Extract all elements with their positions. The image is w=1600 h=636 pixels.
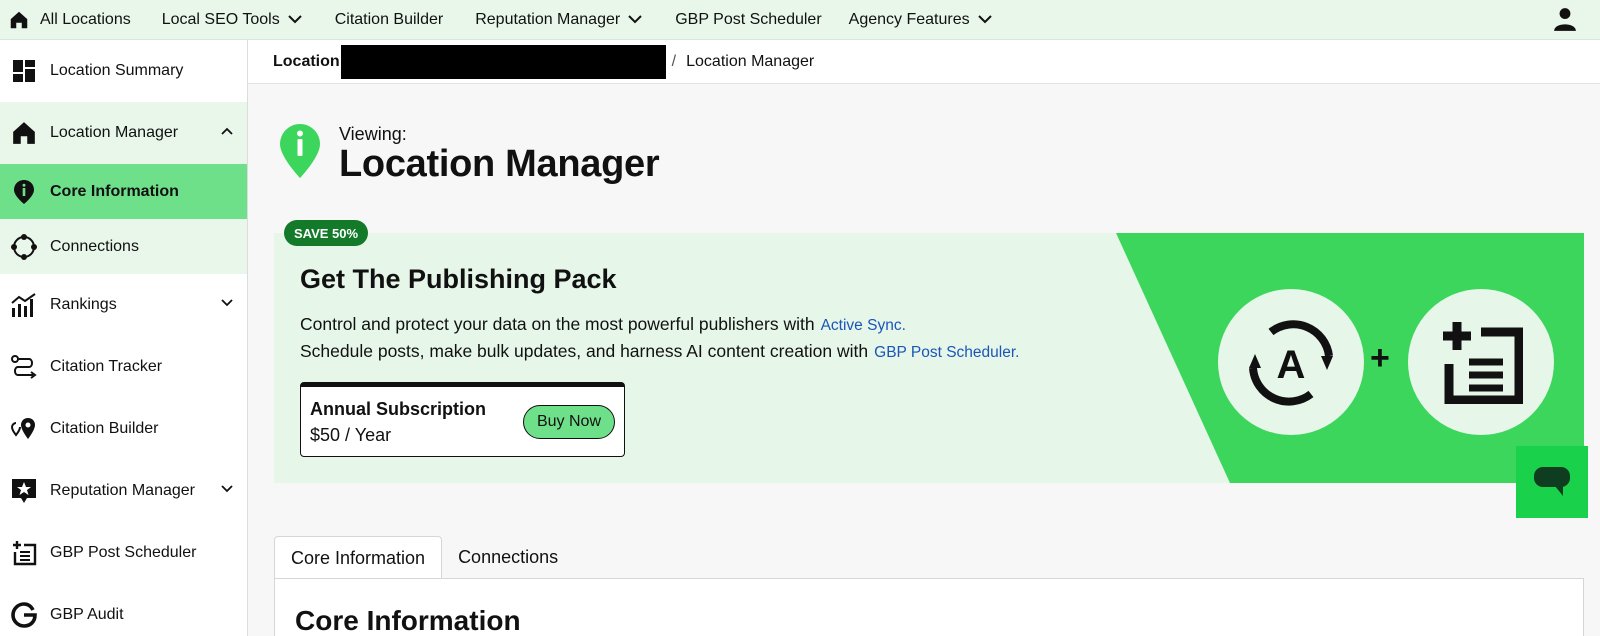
nav-local-seo-tools[interactable]: Local SEO Tools xyxy=(162,0,302,40)
subscription-card: Annual Subscription $50 / Year Buy Now xyxy=(300,382,625,457)
chat-bubble-icon xyxy=(1534,467,1570,496)
save-badge: SAVE 50% xyxy=(284,220,369,246)
chat-widget-button[interactable] xyxy=(1516,446,1588,518)
post-add-icon xyxy=(10,539,38,567)
breadcrumb: Location / Location Manager xyxy=(248,40,1600,84)
sidebar-item-label: Citation Builder xyxy=(50,420,159,437)
sidebar-item-label: Reputation Manager xyxy=(50,482,195,499)
route-icon xyxy=(10,353,38,381)
nav-label: Agency Features xyxy=(848,10,970,28)
tab-core-information[interactable]: Core Information xyxy=(274,536,443,579)
sidebar-item-label: Connections xyxy=(50,237,139,255)
post-add-icon xyxy=(1443,322,1523,404)
promo-title: Get The Publishing Pack xyxy=(300,264,617,294)
sidebar-item-label: Location Manager xyxy=(50,124,179,141)
star-box-icon xyxy=(10,477,38,505)
google-g-icon xyxy=(10,601,38,629)
svg-text:A: A xyxy=(1277,343,1306,387)
chevron-down-icon xyxy=(628,15,642,24)
nav-agency-features[interactable]: Agency Features xyxy=(849,0,992,40)
chevron-down-icon xyxy=(288,15,302,24)
sidebar-item-label: Core Information xyxy=(50,182,179,200)
sidebar-item-rankings[interactable]: Rankings xyxy=(0,274,247,336)
nav-gbp-post-scheduler[interactable]: GBP Post Scheduler xyxy=(675,0,821,40)
sidebar-item-label: GBP Audit xyxy=(50,606,124,623)
map-pin-icon xyxy=(10,415,38,443)
nav-label: GBP Post Scheduler xyxy=(675,10,822,28)
sidebar-item-gbp-audit[interactable]: GBP Audit xyxy=(0,584,247,636)
chevron-up-icon xyxy=(221,127,233,135)
active-sync-badge: A xyxy=(1218,289,1364,435)
nav-citation-builder[interactable]: Citation Builder xyxy=(335,0,444,40)
top-navigation: All Locations Local SEO Tools Citation B… xyxy=(0,0,1600,40)
breadcrumb-current: Location Manager xyxy=(686,52,815,70)
promo-text: Schedule posts, make bulk updates, and h… xyxy=(300,341,869,361)
promo-line-1: Control and protect your data on the mos… xyxy=(300,314,906,335)
nav-label: Citation Builder xyxy=(334,10,444,28)
house-icon xyxy=(10,119,38,147)
sidebar-item-citation-tracker[interactable]: Citation Tracker xyxy=(0,336,247,398)
active-sync-icon: A xyxy=(1249,320,1333,406)
tab-bar: Core Information Connections xyxy=(274,536,574,579)
chevron-down-icon xyxy=(221,299,233,307)
user-account-icon[interactable] xyxy=(1552,6,1578,32)
sidebar-item-location-summary[interactable]: Location Summary xyxy=(0,40,247,102)
sidebar-item-label: Location Summary xyxy=(50,62,184,79)
sidebar-item-connections[interactable]: Connections xyxy=(0,219,247,274)
plan-name: Annual Subscription xyxy=(310,399,487,419)
viewing-label: Viewing: xyxy=(339,124,407,144)
sidebar-item-core-information[interactable]: Core Information xyxy=(0,164,247,219)
bar-chart-icon xyxy=(10,291,38,319)
tab-connections[interactable]: Connections xyxy=(442,536,574,579)
sidebar-item-label: Rankings xyxy=(50,296,117,313)
active-sync-link[interactable]: Active Sync. xyxy=(821,317,906,334)
sidebar-item-label: Citation Tracker xyxy=(50,358,163,375)
post-scheduler-badge xyxy=(1408,289,1554,435)
nav-label: Reputation Manager xyxy=(475,10,621,28)
promo-text: Control and protect your data on the mos… xyxy=(300,314,815,334)
page-title: Location Manager xyxy=(339,143,660,185)
sidebar-item-label: GBP Post Scheduler xyxy=(50,544,197,561)
sidebar: Location Summary Location Manager Core I… xyxy=(0,40,248,636)
plan-price: $50 / Year xyxy=(310,425,392,445)
panel-title: Core Information xyxy=(295,605,521,636)
nav-all-locations[interactable]: All Locations xyxy=(0,0,131,40)
core-information-panel: Core Information xyxy=(274,578,1584,636)
breadcrumb-separator: / xyxy=(671,52,677,70)
breadcrumb-location-label[interactable]: Location xyxy=(273,53,340,71)
buy-now-button[interactable]: Buy Now xyxy=(523,405,615,439)
info-pin-icon xyxy=(10,178,38,206)
nav-label: All Locations xyxy=(40,10,131,28)
promo-line-2: Schedule posts, make bulk updates, and h… xyxy=(300,341,1019,362)
sidebar-item-gbp-post-scheduler[interactable]: GBP Post Scheduler xyxy=(0,522,247,584)
sidebar-item-citation-builder[interactable]: Citation Builder xyxy=(0,398,247,460)
connections-icon xyxy=(10,233,38,261)
redacted-location-name xyxy=(340,44,666,79)
sidebar-item-reputation-manager[interactable]: Reputation Manager xyxy=(0,460,247,522)
chevron-down-icon xyxy=(977,15,992,24)
plus-sign: + xyxy=(1370,339,1390,377)
nav-reputation-manager[interactable]: Reputation Manager xyxy=(475,0,642,40)
home-icon xyxy=(10,11,28,28)
gbp-post-scheduler-link[interactable]: GBP Post Scheduler. xyxy=(874,344,1019,361)
nav-label: Local SEO Tools xyxy=(161,10,280,28)
chevron-down-icon xyxy=(221,485,233,493)
sidebar-item-location-manager[interactable]: Location Manager xyxy=(0,102,247,164)
grid-icon xyxy=(10,57,38,85)
info-pin-icon xyxy=(280,124,320,178)
